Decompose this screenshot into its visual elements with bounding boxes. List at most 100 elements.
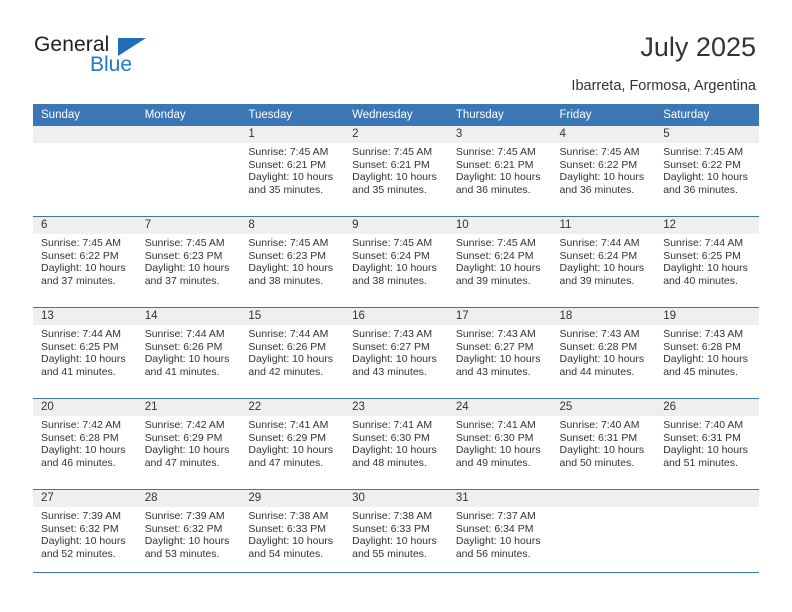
location-subtitle: Ibarreta, Formosa, Argentina (571, 78, 756, 94)
day-detail-line: and 49 minutes. (455, 456, 531, 469)
day-detail-line: Sunrise: 7:42 AM (41, 419, 121, 431)
day-cell-inner: 4 Sunrise: 7:45 AM Sunset: 6:22 PM Daylight… (551, 126, 656, 216)
calendar-day-cell[interactable]: 31 Sunrise: 7:37 AM Sunset: 6:34 PM Dayligh… (447, 489, 552, 580)
day-detail-line: Sunset: 6:33 PM (352, 522, 430, 535)
day-cell-inner: 15 Sunrise: 7:44 AM Sunset: 6:26 PM Dayligh… (240, 308, 345, 398)
calendar-day-cell[interactable]: 24 Sunrise: 7:41 AM Sunset: 6:30 PM Dayligh… (447, 398, 552, 490)
calendar-body: 1 Sunrise: 7:45 AM Sunset: 6:21 PM Daylight… (33, 126, 759, 580)
weekday-header-wednesday: Wednesday (344, 104, 448, 126)
day-detail-line: and 52 minutes. (41, 547, 116, 560)
calendar-day-cell[interactable]: 2 Sunrise: 7:45 AM Sunset: 6:21 PM Daylight… (344, 126, 448, 217)
day-detail-line: Daylight: 10 hours (248, 262, 334, 275)
day-detail-line: Sunset: 6:22 PM (559, 158, 638, 171)
weekday-header: Sunday Monday Tuesday Wednesday Thursday Frid… (33, 104, 759, 126)
calendar-day-cell[interactable]: 10 Sunrise: 7:45 AM Sunset: 6:24 PM Dayligh… (447, 216, 552, 308)
day-detail-line: Sunrise: 7:41 AM (455, 419, 536, 431)
day-detail-line: and 51 minutes. (663, 456, 738, 469)
day-number: 26 (655, 399, 759, 416)
calendar-day-cell[interactable]: 3 Sunrise: 7:45 AM Sunset: 6:21 PM Daylight… (447, 126, 552, 217)
day-number: 25 (551, 399, 656, 416)
day-detail-line: and 45 minutes. (663, 365, 738, 378)
day-number: 4 (551, 126, 656, 143)
day-cell-inner: 26 Sunrise: 7:40 AM Sunset: 6:31 PM Dayligh… (655, 399, 759, 489)
day-detail-line: Sunrise: 7:45 AM (248, 146, 329, 158)
calendar-day-cell[interactable]: 15 Sunrise: 7:44 AM Sunset: 6:26 PM Dayligh… (240, 307, 345, 399)
day-detail-line: Sunset: 6:27 PM (352, 340, 430, 353)
calendar-day-cell[interactable]: 30 Sunrise: 7:38 AM Sunset: 6:33 PM Dayligh… (344, 489, 448, 580)
day-number: 8 (240, 217, 345, 234)
day-detail-line: Sunset: 6:24 PM (455, 249, 534, 262)
calendar-empty-cell (655, 489, 759, 580)
day-detail-line: Daylight: 10 hours (352, 535, 437, 548)
day-number: 9 (344, 217, 448, 234)
day-detail-line: and 40 minutes. (663, 274, 738, 287)
day-detail-line: Sunset: 6:21 PM (352, 158, 430, 171)
day-number: 2 (344, 126, 448, 143)
day-cell-inner: 25 Sunrise: 7:40 AM Sunset: 6:31 PM Dayligh… (551, 399, 656, 489)
calendar-day-cell[interactable]: 21 Sunrise: 7:42 AM Sunset: 6:29 PM Dayligh… (136, 398, 241, 490)
calendar-day-cell[interactable]: 14 Sunrise: 7:44 AM Sunset: 6:26 PM Dayligh… (136, 307, 241, 399)
day-details: Sunrise: 7:38 AM Sunset: 6:33 PM Daylight:… (344, 507, 448, 560)
day-cell-inner: 24 Sunrise: 7:41 AM Sunset: 6:30 PM Dayligh… (447, 399, 552, 489)
day-cell-inner: 16 Sunrise: 7:43 AM Sunset: 6:27 PM Dayligh… (344, 308, 448, 398)
day-cell-inner: 19 Sunrise: 7:43 AM Sunset: 6:28 PM Dayligh… (655, 308, 759, 398)
calendar-week-row: 20 Sunrise: 7:42 AM Sunset: 6:28 PM Dayligh… (33, 398, 759, 490)
calendar-day-cell[interactable]: 23 Sunrise: 7:41 AM Sunset: 6:30 PM Dayligh… (344, 398, 448, 490)
calendar-day-cell[interactable]: 1 Sunrise: 7:45 AM Sunset: 6:21 PM Daylight… (240, 126, 345, 217)
calendar-day-cell[interactable]: 18 Sunrise: 7:43 AM Sunset: 6:28 PM Dayligh… (551, 307, 656, 399)
calendar-empty-cell (551, 489, 656, 580)
calendar-day-cell[interactable]: 19 Sunrise: 7:43 AM Sunset: 6:28 PM Dayligh… (655, 307, 759, 399)
day-details: Sunrise: 7:43 AM Sunset: 6:28 PM Daylight:… (552, 325, 656, 378)
calendar-day-cell[interactable]: 12 Sunrise: 7:44 AM Sunset: 6:25 PM Dayligh… (655, 216, 759, 308)
day-detail-line: Daylight: 10 hours (41, 444, 126, 457)
day-detail-line: Sunset: 6:25 PM (41, 340, 119, 353)
day-number: 12 (655, 217, 759, 234)
day-detail-line: Sunset: 6:21 PM (248, 158, 327, 171)
day-detail-line: Daylight: 10 hours (455, 262, 541, 275)
day-detail-line: Sunrise: 7:45 AM (144, 237, 225, 249)
calendar-day-cell[interactable]: 6 Sunrise: 7:45 AM Sunset: 6:22 PM Daylight… (33, 216, 137, 308)
day-detail-line: Sunset: 6:26 PM (144, 340, 223, 353)
day-detail-line: and 36 minutes. (559, 183, 635, 196)
day-details: Sunrise: 7:45 AM Sunset: 6:21 PM Daylight:… (448, 143, 552, 196)
day-details: Sunrise: 7:43 AM Sunset: 6:28 PM Daylight:… (655, 325, 759, 378)
day-detail-line: Daylight: 10 hours (41, 353, 126, 366)
calendar-day-cell[interactable]: 27 Sunrise: 7:39 AM Sunset: 6:32 PM Dayligh… (33, 489, 137, 580)
day-detail-line: Sunrise: 7:44 AM (248, 328, 329, 340)
calendar-day-cell[interactable]: 7 Sunrise: 7:45 AM Sunset: 6:23 PM Daylight… (136, 216, 241, 308)
calendar-day-cell[interactable]: 17 Sunrise: 7:43 AM Sunset: 6:27 PM Dayligh… (447, 307, 552, 399)
calendar-day-cell[interactable]: 9 Sunrise: 7:45 AM Sunset: 6:24 PM Daylight… (344, 216, 448, 308)
calendar-day-cell[interactable]: 4 Sunrise: 7:45 AM Sunset: 6:22 PM Daylight… (551, 126, 656, 217)
day-detail-line: Sunset: 6:24 PM (559, 249, 638, 262)
day-detail-line: Daylight: 10 hours (144, 262, 230, 275)
calendar-page: General Blue July 2025 Ibarreta, Formosa… (0, 0, 792, 612)
day-detail-line: Daylight: 10 hours (455, 171, 541, 184)
calendar-day-cell[interactable]: 8 Sunrise: 7:45 AM Sunset: 6:23 PM Daylight… (240, 216, 345, 308)
day-detail-line: Daylight: 10 hours (559, 262, 645, 275)
day-cell-inner: 29 Sunrise: 7:38 AM Sunset: 6:33 PM Dayligh… (240, 490, 345, 580)
calendar-day-cell[interactable]: 25 Sunrise: 7:40 AM Sunset: 6:31 PM Dayligh… (551, 398, 656, 490)
day-detail-line: Daylight: 10 hours (144, 444, 230, 457)
calendar-day-cell[interactable]: 28 Sunrise: 7:39 AM Sunset: 6:32 PM Dayligh… (136, 489, 241, 580)
calendar-day-cell[interactable]: 29 Sunrise: 7:38 AM Sunset: 6:33 PM Dayligh… (240, 489, 345, 580)
calendar-day-cell[interactable]: 16 Sunrise: 7:43 AM Sunset: 6:27 PM Dayligh… (344, 307, 448, 399)
day-details: Sunrise: 7:44 AM Sunset: 6:24 PM Daylight:… (552, 234, 656, 287)
day-detail-line: Sunrise: 7:37 AM (455, 510, 536, 522)
day-detail-line: Sunset: 6:23 PM (248, 249, 327, 262)
day-detail-line: Sunrise: 7:39 AM (144, 510, 225, 522)
day-detail-line: Sunset: 6:21 PM (455, 158, 534, 171)
calendar-day-cell[interactable]: 22 Sunrise: 7:41 AM Sunset: 6:29 PM Dayligh… (240, 398, 345, 490)
day-details: Sunrise: 7:40 AM Sunset: 6:31 PM Daylight:… (655, 416, 759, 469)
calendar-day-cell[interactable]: 5 Sunrise: 7:45 AM Sunset: 6:22 PM Daylight… (655, 126, 759, 217)
day-detail-line: Sunset: 6:31 PM (559, 431, 638, 444)
day-detail-line: Sunset: 6:34 PM (455, 522, 534, 535)
calendar-day-cell[interactable]: 26 Sunrise: 7:40 AM Sunset: 6:31 PM Dayligh… (655, 398, 759, 490)
calendar-day-cell[interactable]: 20 Sunrise: 7:42 AM Sunset: 6:28 PM Dayligh… (33, 398, 137, 490)
calendar-empty-cell (136, 126, 241, 217)
day-cell-inner: 20 Sunrise: 7:42 AM Sunset: 6:28 PM Dayligh… (33, 399, 137, 489)
calendar-day-cell[interactable]: 11 Sunrise: 7:44 AM Sunset: 6:24 PM Dayligh… (551, 216, 656, 308)
day-details: Sunrise: 7:45 AM Sunset: 6:24 PM Daylight:… (344, 234, 448, 287)
general-blue-logo[interactable]: General Blue (34, 33, 194, 81)
calendar-day-cell[interactable]: 13 Sunrise: 7:44 AM Sunset: 6:25 PM Dayligh… (33, 307, 137, 399)
calendar-week-row: 6 Sunrise: 7:45 AM Sunset: 6:22 PM Daylight… (33, 216, 759, 308)
